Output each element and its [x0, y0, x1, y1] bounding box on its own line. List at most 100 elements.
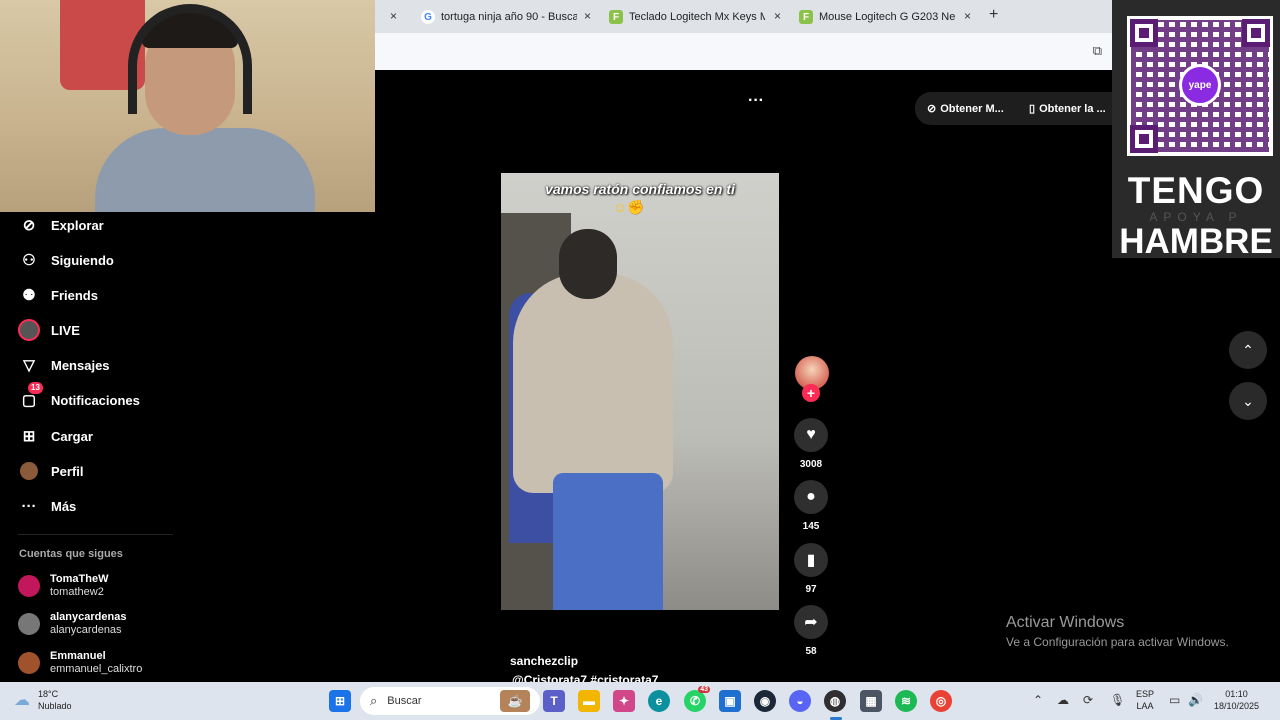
store-icon: F	[609, 10, 623, 24]
widget-icon[interactable]: ☕	[500, 690, 530, 712]
next-video-button[interactable]: ⌄	[1229, 382, 1267, 420]
sidebar-item-label: Explorar	[51, 217, 104, 233]
video-player[interactable]: vamos ratón confiamos en ti ☺✊	[501, 173, 779, 610]
share-button[interactable]: ➦	[794, 605, 828, 639]
compass-icon: ⊘	[22, 217, 36, 234]
more-options-button[interactable]: ···	[748, 92, 764, 110]
get-mobile-app-button[interactable]: ▯ Obtener la ...	[1017, 92, 1112, 125]
following-title: Cuentas que sigues	[19, 548, 123, 560]
cloud-sync-icon[interactable]: ☁	[1057, 693, 1069, 707]
sidebar-item-cargar[interactable]: ⊞ Cargar	[18, 424, 93, 448]
steam-icon[interactable]: ◉	[754, 690, 776, 712]
tab-close-icon[interactable]: ×	[390, 9, 397, 23]
microphone-icon[interactable]: 🎙	[1110, 693, 1125, 707]
qr-finder	[1130, 125, 1158, 153]
like-count: 3008	[799, 459, 823, 470]
close-icon[interactable]: ×	[964, 9, 971, 23]
friends-icon: ⚉	[22, 287, 36, 304]
comment-button[interactable]: ●	[794, 480, 828, 514]
install-app-icon[interactable]: ⧉	[1093, 43, 1102, 59]
chevron-down-icon: ⌄	[1242, 392, 1254, 409]
donation-overlay: yape TENGO APOYA P HAMBRE	[1112, 0, 1280, 261]
sidebar-item-label: Más	[51, 498, 77, 514]
store-icon: F	[799, 10, 813, 24]
edge-icon[interactable]: e	[648, 690, 670, 712]
share-icon: ➦	[804, 614, 818, 631]
clock[interactable]: 01:10 18/10/2025	[1214, 688, 1259, 712]
tab-mouse[interactable]: F Mouse Logitech G G203 Negro ×	[799, 4, 971, 30]
tab-google-search[interactable]: G tortuga ninja año 90 - Buscar con Goog…	[421, 4, 591, 30]
new-tab-button[interactable]: +	[989, 6, 998, 24]
qr-finder	[1242, 19, 1270, 47]
address-bar[interactable]: ⧉	[375, 33, 1112, 70]
chevron-up-icon[interactable]: ⌃	[1033, 693, 1043, 707]
tab-title: Mouse Logitech G G203 Negro	[819, 11, 955, 23]
sync-icon[interactable]: ⟳	[1083, 693, 1093, 707]
whatsapp-badge: 43	[698, 686, 710, 693]
account-item[interactable]: Emmanuel emmanuel_calixtro	[18, 650, 142, 676]
chrome-icon[interactable]: ◎	[930, 690, 952, 712]
activate-windows-watermark: Activar Windows Ve a Configuración para …	[1006, 614, 1229, 649]
get-app-button[interactable]: ⊘ Obtener M...	[915, 92, 1017, 125]
divider	[18, 534, 173, 535]
sidebar-item-mas[interactable]: ··· Más	[18, 494, 77, 518]
clock-date: 18/10/2025	[1214, 701, 1260, 711]
video-tags[interactable]: @Cristorata7 #cristorata7	[512, 673, 658, 682]
account-handle: emmanuel_calixtro	[50, 663, 143, 675]
get-app-label: Obtener M...	[940, 102, 1004, 115]
previous-video-button[interactable]: ⌃	[1229, 331, 1267, 369]
language-indicator[interactable]: ESP LAA	[1136, 688, 1154, 712]
phone-icon: ▯	[1029, 103, 1036, 115]
like-button[interactable]: ♥	[794, 418, 828, 452]
store-icon[interactable]: ▣	[719, 690, 741, 712]
weather-condition: Nublado	[38, 701, 72, 711]
sidebar-item-mensajes[interactable]: ▽ Mensajes	[18, 353, 109, 377]
keyboard-layout: LAA	[1136, 701, 1154, 711]
inbox-icon: ▢ 13	[18, 382, 43, 411]
upload-icon: ⊞	[22, 428, 36, 445]
close-icon[interactable]: ×	[774, 9, 781, 23]
save-button[interactable]: ▮	[794, 543, 828, 577]
browser-tab-strip: × G tortuga ninja año 90 - Buscar con Go…	[375, 0, 1112, 33]
tab-title: Teclado Logitech Mx Keys Mini	[629, 11, 765, 23]
sidebar-item-perfil[interactable]: Perfil	[18, 459, 84, 483]
comment-count: 145	[802, 521, 820, 532]
file-explorer-icon[interactable]: ▬	[578, 690, 600, 712]
copilot-icon[interactable]: ✦	[613, 690, 635, 712]
account-item[interactable]: TomaTheW tomathew2	[18, 573, 108, 599]
tab-teclado[interactable]: F Teclado Logitech Mx Keys Mini ×	[609, 4, 781, 30]
sidebar-item-live[interactable]: LIVE	[18, 318, 80, 342]
start-button[interactable]: ⊞	[329, 690, 351, 712]
obs-icon[interactable]: ◍	[824, 690, 846, 712]
sidebar-item-explorar[interactable]: ⊘ Explorar	[18, 213, 104, 237]
sidebar-item-friends[interactable]: ⚉ Friends	[18, 283, 98, 307]
weather-widget[interactable]: ☁ 18°C Nublado	[14, 688, 72, 712]
whatsapp-icon[interactable]: ✆ 43	[684, 686, 710, 712]
video-head	[559, 229, 617, 299]
spotify-icon[interactable]: ≋	[895, 690, 917, 712]
follow-button[interactable]: +	[802, 384, 820, 402]
app-icon: ⊘	[927, 103, 937, 115]
weather-temp: 18°C	[38, 689, 59, 699]
language-code: ESP	[1136, 689, 1155, 699]
account-name: Emmanuel	[50, 650, 106, 662]
get-mobile-app-label: Obtener la ...	[1039, 102, 1106, 115]
screen: × G tortuga ninja año 90 - Buscar con Go…	[0, 0, 1280, 720]
discord-icon[interactable]: ◒	[789, 690, 811, 712]
network-icon[interactable]: ▭	[1169, 693, 1180, 707]
video-author[interactable]: sanchezclip	[510, 654, 578, 668]
sidebar-item-notificaciones[interactable]: ▢ 13 Notificaciones	[18, 382, 140, 412]
search-icon: ⌕	[370, 693, 378, 708]
close-icon[interactable]: ×	[584, 9, 591, 23]
avatar	[18, 652, 40, 674]
google-icon: G	[421, 10, 435, 24]
qr-code: yape	[1127, 16, 1273, 156]
account-item[interactable]: alanycardenas alanycardenas	[18, 611, 126, 637]
headset	[128, 4, 252, 114]
sidebar-item-siguiendo[interactable]: ⚇ Siguiendo	[18, 248, 114, 272]
video-hoodie	[513, 273, 673, 493]
user-follow-icon: ⚇	[22, 252, 36, 269]
calculator-icon[interactable]: ▦	[860, 690, 882, 712]
teams-icon[interactable]: T	[543, 690, 565, 712]
volume-icon[interactable]: 🔊	[1188, 693, 1203, 707]
